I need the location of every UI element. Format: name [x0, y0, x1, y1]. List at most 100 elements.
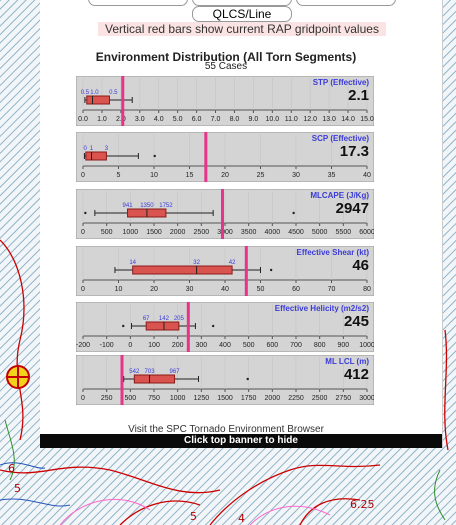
current-value-text: 17.3	[340, 143, 369, 160]
iqr-box	[145, 321, 180, 331]
tick-label: 3000	[217, 229, 233, 236]
tick-label: 20	[150, 286, 158, 293]
plot-label: SCP (Effective)	[312, 134, 370, 143]
tick-label: 40	[221, 286, 229, 293]
tick-label: 70	[328, 286, 336, 293]
tick-label: 2500	[194, 229, 210, 236]
tick-label: 2000	[170, 229, 186, 236]
tick-label: 1.0	[97, 116, 107, 123]
boxplot-eshear: 0 10 20 30 40 50 60 70 80 14 32 42 Effective Shear (…	[76, 246, 374, 296]
box-value-label: 14	[129, 260, 136, 266]
map-label: 6	[8, 462, 15, 475]
tick-label: 50	[257, 286, 265, 293]
current-value-bar	[120, 355, 124, 405]
tick-label: 0	[81, 286, 85, 293]
legend-note: Vertical red bars show current RAP gridp…	[98, 22, 386, 36]
iqr-box	[86, 95, 111, 105]
tick-label: 2.0	[116, 116, 126, 123]
tick-label: 20	[221, 172, 229, 179]
tick-label: 6.0	[192, 116, 202, 123]
tick-label: 3.0	[135, 116, 145, 123]
tick-label: 15	[186, 172, 194, 179]
tick-label: 14.0	[341, 116, 355, 123]
tick-label: 1000	[123, 229, 139, 236]
tick-label: 2500	[312, 395, 328, 402]
box-value-label: 0.5	[81, 90, 90, 96]
tick-label: 7.0	[211, 116, 221, 123]
tick-label: 500	[243, 342, 255, 349]
tick-label: 30	[186, 286, 194, 293]
tick-label: 400	[219, 342, 231, 349]
tick-label: 1000	[359, 342, 374, 349]
tab-chip-left[interactable]	[88, 0, 188, 6]
current-value-text: 412	[344, 366, 369, 383]
hide-banner-button[interactable]: Click top banner to hide	[40, 434, 442, 448]
box-value-label: 941	[123, 203, 134, 209]
plot-label: Effective Helicity (m2/s2)	[275, 304, 370, 313]
outlier-point	[246, 377, 249, 381]
tick-label: 12.0	[303, 116, 317, 123]
current-value-bar	[204, 132, 208, 182]
boxplot-mllcl: 0 250 500 750 1000 1250 1500 1750 2000 2250 2500 27…	[76, 355, 374, 405]
box-value-label: 1752	[159, 203, 173, 209]
current-value-bar	[244, 246, 248, 296]
current-value-text: 2947	[336, 200, 369, 217]
tick-label: -100	[100, 342, 114, 349]
box-value-label: 205	[174, 316, 185, 322]
current-value-bar	[186, 302, 190, 352]
tick-label: 5.0	[173, 116, 183, 123]
box-value-label: 1350	[140, 203, 154, 209]
iqr-box	[133, 374, 176, 384]
tick-label: 3500	[241, 229, 257, 236]
current-value-text: 245	[344, 313, 369, 330]
box-value-label: 1.0	[90, 90, 99, 96]
box-value-label: 967	[170, 369, 181, 375]
tab-qlcs-line[interactable]: QLCS/Line	[192, 6, 292, 22]
boxplot-scp: 0 5 10 15 20 25 30 35 400 1 3SCP (Effective)17.3	[76, 132, 374, 182]
outlier-point	[211, 324, 215, 328]
tick-label: 80	[363, 286, 371, 293]
tick-label: 10	[115, 286, 123, 293]
tick-label: 0	[81, 172, 85, 179]
plot-label: MLCAPE (J/Kg)	[310, 191, 369, 200]
outlier-point	[269, 268, 273, 272]
tick-label: 10	[150, 172, 158, 179]
tick-label: 2000	[265, 395, 281, 402]
box-value-label: 703	[145, 369, 156, 375]
tick-label: 9.0	[249, 116, 259, 123]
tick-label: 4.0	[154, 116, 164, 123]
outlier-point	[153, 154, 156, 158]
tick-label: -200	[76, 342, 90, 349]
iqr-box	[132, 265, 233, 275]
tick-label: 4500	[288, 229, 304, 236]
current-value-bar	[220, 189, 224, 239]
current-value-bar	[121, 76, 125, 126]
tick-label: 30	[292, 172, 300, 179]
browser-link-text[interactable]: Visit the SPC Tornado Environment Browse…	[40, 424, 412, 434]
tick-label: 40	[363, 172, 371, 179]
plot-label: ML LCL (m)	[325, 357, 369, 366]
boxplot-stp: 0.0 1.0 2.0 3.0 4.0 5.0 6.0 7.0 8.0 9.0 10.0 11.0 12…	[76, 76, 374, 126]
tab-chip-right[interactable]	[296, 0, 396, 6]
box-value-label: 67	[143, 316, 150, 322]
boxplot-mlcape: 0 500 1000 1500 2000 2500 3000 3500 4000 4500 5000…	[76, 189, 374, 239]
outlier-point	[122, 324, 125, 328]
map-label: 5	[14, 482, 21, 495]
tick-label: 11.0	[285, 116, 298, 123]
tick-label: 500	[101, 229, 113, 236]
tick-label: 5	[117, 172, 121, 179]
map-label: 6.25	[350, 498, 375, 511]
box-value-label: 32	[193, 260, 200, 266]
iqr-box	[85, 151, 107, 161]
tick-label: 0.0	[78, 116, 88, 123]
outlier-point	[84, 211, 87, 215]
tick-label: 800	[314, 342, 326, 349]
tick-label: 13.0	[322, 116, 336, 123]
tick-label: 5000	[312, 229, 328, 236]
box-value-label: 542	[129, 369, 140, 375]
map-label: 5	[190, 510, 197, 523]
case-count: 55 Cases	[204, 61, 248, 72]
tick-label: 1750	[241, 395, 257, 402]
tick-label: 3000	[359, 395, 374, 402]
boxplot-ehel: -200 -100 0 100 200 300 400 500 600 700 800 900 1000…	[76, 302, 374, 352]
